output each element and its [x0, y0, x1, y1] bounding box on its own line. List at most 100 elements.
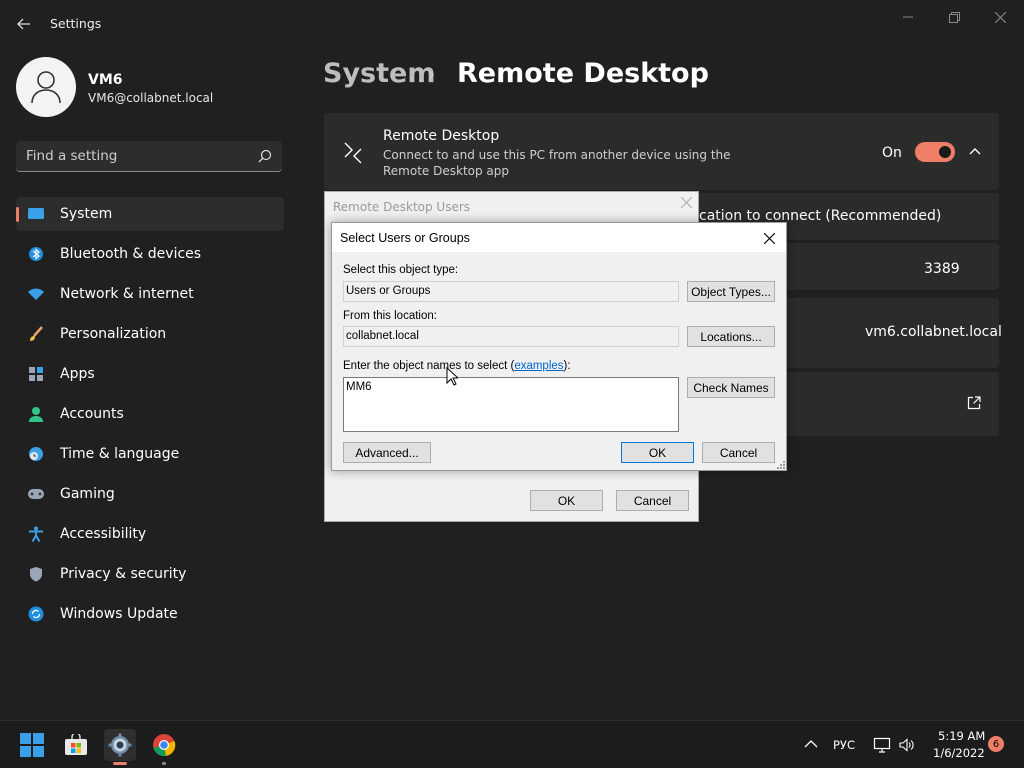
object-type-label: Select this object type:	[343, 264, 459, 276]
port-value: 3389	[924, 261, 960, 277]
dialog-close-button[interactable]	[680, 196, 693, 212]
sidebar-item-label: Gaming	[60, 486, 115, 502]
sidebar-item-system[interactable]: System	[16, 197, 284, 231]
wifi-icon	[27, 285, 45, 303]
app-title: Settings	[50, 16, 102, 31]
cancel-button[interactable]: Cancel	[616, 490, 689, 511]
ok-button[interactable]: OK	[530, 490, 603, 511]
sidebar-item-label: Accounts	[60, 406, 124, 422]
dialog-title: Select Users or Groups	[340, 231, 470, 245]
close-icon	[680, 196, 693, 209]
clock-time[interactable]: 5:19 AM	[938, 729, 985, 743]
resize-grip-icon[interactable]	[775, 459, 785, 469]
network-icon[interactable]	[873, 737, 891, 753]
sidebar-item-label: Privacy & security	[60, 566, 187, 582]
sidebar-item-bluetooth[interactable]: Bluetooth & devices	[16, 237, 284, 271]
settings-taskbar-button[interactable]	[104, 729, 136, 765]
dialog-title-bar: Select Users or Groups	[332, 223, 786, 252]
sidebar-item-label: System	[60, 206, 113, 222]
sidebar-item-network[interactable]: Network & internet	[16, 277, 284, 311]
minimize-button[interactable]	[888, 6, 928, 28]
system-icon	[27, 205, 45, 223]
sidebar-item-label: Network & internet	[60, 286, 194, 302]
sidebar-item-label: Personalization	[60, 326, 167, 342]
cancel-button[interactable]: Cancel	[702, 442, 775, 463]
brush-icon	[27, 325, 45, 343]
object-names-input[interactable]: MM6	[343, 377, 679, 432]
language-indicator[interactable]: РУС	[833, 738, 855, 752]
sidebar-item-label: Bluetooth & devices	[60, 246, 202, 262]
gamepad-icon	[27, 485, 45, 503]
object-type-field: Users or Groups	[343, 281, 679, 302]
taskbar: РУС 5:19 AM 1/6/2022	[0, 720, 1024, 768]
mouse-cursor-icon	[446, 367, 458, 386]
breadcrumb-parent[interactable]: System	[323, 58, 435, 89]
sidebar-item-privacy[interactable]: Privacy & security	[16, 557, 284, 591]
notification-badge[interactable]: 6	[988, 736, 1004, 752]
sidebar-item-time-language[interactable]: Time & language	[16, 437, 284, 471]
chevron-up-icon[interactable]	[968, 144, 982, 158]
close-button[interactable]	[980, 6, 1020, 28]
toggle-knob	[939, 146, 951, 158]
check-names-button[interactable]: Check Names	[687, 377, 775, 398]
shield-icon	[27, 565, 45, 583]
accessibility-icon	[27, 525, 45, 543]
object-names-label-prefix: Enter the object names to select (	[343, 360, 515, 372]
pc-name-value: vm6.collabnet.local	[865, 324, 1002, 340]
gear-icon	[108, 733, 132, 757]
search-placeholder: Find a setting	[26, 148, 118, 164]
apps-icon	[27, 365, 45, 383]
object-types-button[interactable]: Object Types...	[687, 281, 775, 302]
running-app-indicator	[162, 762, 166, 765]
close-icon	[763, 232, 775, 244]
search-icon	[258, 149, 272, 163]
person-icon	[27, 405, 45, 423]
selection-indicator	[16, 207, 19, 222]
search-input[interactable]: Find a setting	[16, 141, 282, 172]
advanced-button[interactable]: Advanced...	[343, 442, 431, 463]
restore-button[interactable]	[934, 6, 974, 28]
toggle-state-label: On	[882, 145, 902, 161]
location-field: collabnet.local	[343, 326, 679, 347]
arrow-left-icon	[17, 18, 30, 30]
chevron-up-icon[interactable]	[804, 739, 818, 749]
remote-desktop-toggle[interactable]	[915, 142, 955, 162]
back-button[interactable]	[10, 10, 38, 38]
sidebar-item-apps[interactable]: Apps	[16, 357, 284, 391]
active-app-indicator	[113, 762, 127, 765]
sidebar-item-windows-update[interactable]: Windows Update	[16, 597, 284, 631]
bluetooth-icon	[27, 245, 45, 263]
remote-desktop-title: Remote Desktop	[383, 128, 500, 144]
sidebar-item-label: Time & language	[60, 446, 180, 462]
sidebar-item-personalization[interactable]: Personalization	[16, 317, 284, 351]
object-names-label-suffix: ):	[563, 360, 571, 372]
sidebar-item-accounts[interactable]: Accounts	[16, 397, 284, 431]
remote-desktop-description: Connect to and use this PC from another …	[383, 148, 731, 178]
locations-button[interactable]: Locations...	[687, 326, 775, 347]
dialog-close-button[interactable]	[758, 227, 780, 249]
select-users-dialog[interactable]: Select Users or Groups Select this objec…	[331, 222, 787, 471]
ok-button[interactable]: OK	[621, 442, 694, 463]
sidebar-item-label: Windows Update	[60, 606, 178, 622]
store-icon	[65, 734, 87, 755]
clock-date[interactable]: 1/6/2022	[933, 746, 985, 760]
user-email: VM6@collabnet.local	[88, 91, 214, 105]
remote-desktop-icon	[344, 142, 362, 164]
sidebar-item-gaming[interactable]: Gaming	[16, 477, 284, 511]
sidebar-item-label: Apps	[60, 366, 95, 382]
volume-icon[interactable]	[898, 737, 914, 753]
start-button[interactable]	[16, 729, 48, 761]
sidebar-item-accessibility[interactable]: Accessibility	[16, 517, 284, 551]
update-icon	[27, 605, 45, 623]
open-external-icon[interactable]	[967, 396, 981, 410]
sidebar-item-label: Accessibility	[60, 526, 147, 542]
store-button[interactable]	[60, 729, 92, 761]
breadcrumb-separator: ›	[428, 64, 436, 85]
chrome-icon	[153, 734, 176, 757]
title-bar: Settings	[0, 0, 1024, 48]
page-title: Remote Desktop	[457, 58, 709, 89]
avatar[interactable]	[16, 57, 76, 117]
examples-link[interactable]: examples	[514, 360, 563, 372]
clock-globe-icon	[27, 445, 45, 463]
chrome-button[interactable]	[148, 729, 180, 765]
